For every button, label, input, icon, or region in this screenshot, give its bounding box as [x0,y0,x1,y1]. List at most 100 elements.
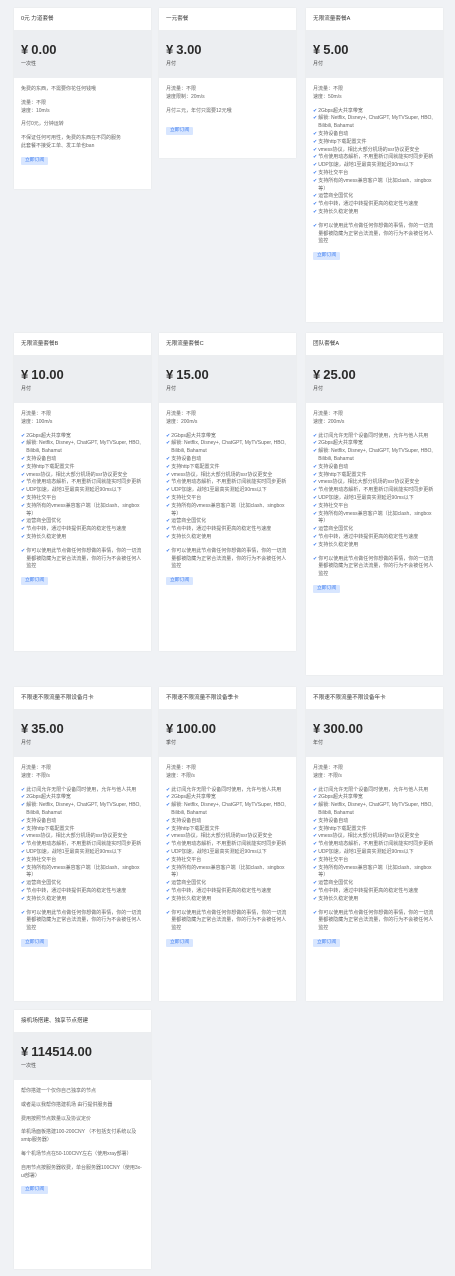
feature-text: 支持设备自动 [171,817,202,824]
feature-item: ✔ 节点使用动态解析，不用重新订阅就能实时同步更新 [21,479,144,487]
feature-text: UDP加速，战地1至最高实测延迟90ms以下 [318,848,414,855]
info-line: 月付三元，年付只需要12元哦 [166,107,232,114]
feature-item: ✔ 节点使用动态解析，不用重新订阅就能实时同步更新 [313,841,436,849]
currency-symbol: ¥ [21,367,29,382]
price-box: ¥100.00 季付 [159,710,296,757]
subscribe-button[interactable]: 立即订阅 [166,577,194,586]
plan-card: 无限流量套餐C ¥15.00 月付 月流量：不限 速度：200m/s ✔ 2Gbps超大共享… [159,333,296,651]
feature-text: UDP加速，战地1至最高实测延迟90ms以下 [318,162,414,169]
subscribe-button[interactable]: 立即订阅 [313,252,341,261]
check-icon: ✔ [21,794,26,801]
feature-text: 节点中转，通过中转提供更高的稳定性与速度 [318,887,419,894]
check-icon: ✔ [166,487,171,494]
info-line: 月流量：不限 [21,411,52,417]
price: ¥5.00 [313,42,436,57]
feature-item: ✔ 支持长久稳定使用 [166,534,289,542]
check-icon: ✔ [313,880,318,887]
check-icon: ✔ [313,533,318,540]
billing-period: 一次性 [21,1063,37,1069]
feature-item: ✔ 运营商全国优化 [166,518,289,526]
info-line: 速度：10m/s [21,107,50,114]
price: ¥10.00 [21,367,144,382]
check-icon: ✔ [21,487,26,494]
feature-text: 解锁: Netflix, Disney+, ChatGPT, MyTVSuper… [26,802,141,816]
check-icon: ✔ [313,802,318,809]
info-line: 免费的东西，不需要你花任何钱哦 [21,86,97,92]
feature-item: ✔ 支持社交平台 [313,503,436,511]
info-line: 自用节点按服务器收费，单台服务器100CNY（使用3x-ui部署） [21,1164,142,1179]
feature-item: ✔ 解锁: Netflix, Disney+, ChatGPT, MyTVSupe… [21,440,144,456]
currency-symbol: ¥ [313,721,321,736]
feature-note: ✔ 你可以使用此节点做任何你想做的事情，你的一切流量都被隐藏为正常合法流量，你的行… [166,548,289,571]
feature-item: ✔ 支持社交平台 [21,495,144,503]
subscribe-button[interactable]: 立即订阅 [21,156,49,165]
plan-details: 月流量：不限 速度：不限/s ✔ 此订阅允许无限个设备同时使用，允许与他人共用 ✔ 2Gb… [306,757,443,953]
subscribe-button[interactable]: 立即订阅 [166,127,194,136]
info-line: 速度：不限/s [166,772,195,779]
feature-text: 支持设备自动 [318,463,349,470]
feature-item: ✔ UDP加速，战地1至最高实测延迟90ms以下 [313,495,436,503]
note-text: 你可以使用此节点做任何你想做的事情，你的一切流量都被隐藏为正常合法流量，你的行为… [171,909,287,932]
feature-item: ✔ 解锁: Netflix, Disney+, ChatGPT, MyTVSupe… [166,802,289,818]
feature-text: 运营商全国优化 [171,518,207,525]
plan-details: 月流量：不限 速度：200m/s ✔ 2Gbps超大共享带宽 ✔ 解锁: Netflix,… [159,403,296,591]
feature-note: ✔ 你可以使用此节点做任何你想做的事情，你的一切流量都被隐藏为正常合法流量，你的行… [313,556,436,579]
feature-item: ✔ 运营商全国优化 [313,880,436,888]
subscribe-button[interactable]: 立即订阅 [313,938,341,947]
feature-text: 节点中转，通过中转提供更高的稳定性与速度 [171,887,272,894]
check-icon: ✔ [313,817,318,824]
plan-title: 接机场搭建、独享节点搭建 [14,1010,151,1033]
feature-text: 支持长久稳定使用 [171,533,212,540]
price-box: ¥114514.00 一次性 [14,1033,151,1080]
check-icon: ✔ [313,222,318,229]
feature-item: ✔ 支持社交平台 [313,857,436,865]
check-icon: ✔ [166,887,171,894]
check-icon: ✔ [313,107,318,114]
price: ¥300.00 [313,721,436,736]
price-box: ¥0.00 一次性 [14,31,151,78]
feature-item: ✔ 节点中转，通过中转提供更高的稳定性与速度 [313,888,436,896]
feature-text: 支持长久稳定使用 [26,533,67,540]
currency-symbol: ¥ [21,42,29,57]
currency-symbol: ¥ [21,721,29,736]
feature-item: ✔ 支持所有的vmess兼容客户端（比如clash、singbox等） [313,865,436,881]
info-line: 帮你搭建一个仅你自己独享的节点 [21,1088,97,1094]
feature-item: ✔ UDP加速，战地1至最高实测延迟90ms以下 [21,487,144,495]
subscribe-button[interactable]: 立即订阅 [313,584,341,593]
plan-card: 无限流量套餐A ¥5.00 月付 月流量：不限 速度：50m/s ✔ 2Gbps超大共享带宽… [306,8,443,322]
feature-item: ✔ 支持设备自动 [313,818,436,826]
check-icon: ✔ [313,162,318,169]
feature-text: 支持社交平台 [26,856,57,863]
currency-symbol: ¥ [166,367,174,382]
feature-text: 节点使用动态解析，不用重新订阅就能实时同步更新 [171,841,287,848]
price-box: ¥35.00 月付 [14,710,151,757]
feature-item: ✔ 节点使用动态解析，不用重新订阅就能实时同步更新 [166,841,289,849]
plan-title: 无限流量套餐C [159,333,296,356]
price: ¥3.00 [166,42,289,57]
feature-item: ✔ 支持社交平台 [313,170,436,178]
info-line: 速度：不限/s [21,772,50,779]
check-icon: ✔ [166,895,171,902]
plan-title: 不限速不限流量不限设备年卡 [306,687,443,710]
price-value: 114514.00 [31,1044,92,1059]
check-icon: ✔ [313,138,318,145]
feature-text: 支持设备自动 [26,455,57,462]
billing-period: 一次性 [21,61,37,67]
feature-item: ✔ UDP加速，战地1至最高实测延迟90ms以下 [21,849,144,857]
subscribe-button[interactable]: 立即订阅 [21,577,49,586]
feature-item: ✔ vmess协议，相比大部分机场的ssr协议更安全 [313,479,436,487]
info-line: 速度：100m/s [21,418,53,425]
feature-item: ✔ 支持所有的vmess兼容客户端（比如clash、singbox等） [166,865,289,881]
info-line: 流量：不限 [21,99,47,106]
subscribe-button[interactable]: 立即订阅 [166,938,194,947]
feature-item: ✔ 支持设备自动 [166,818,289,826]
subscribe-button[interactable]: 立即订阅 [21,938,49,947]
feature-text: 解锁: Netflix, Disney+, ChatGPT, MyTVSuper… [318,802,433,816]
feature-text: UDP加速，战地1至最高实测延迟90ms以下 [26,487,122,494]
feature-item: ✔ 节点使用动态解析，不用重新订阅就能实时同步更新 [313,154,436,162]
subscribe-button[interactable]: 立即订阅 [21,1186,49,1195]
feature-text: 支持社交平台 [318,502,349,509]
feature-item: ✔ 运营商全国优化 [313,526,436,534]
plan-details: 免费的东西，不需要你花任何钱哦 流量：不限 速度：10m/s 月付0元，分钟运转 不保证… [14,78,151,171]
check-icon: ✔ [313,146,318,153]
